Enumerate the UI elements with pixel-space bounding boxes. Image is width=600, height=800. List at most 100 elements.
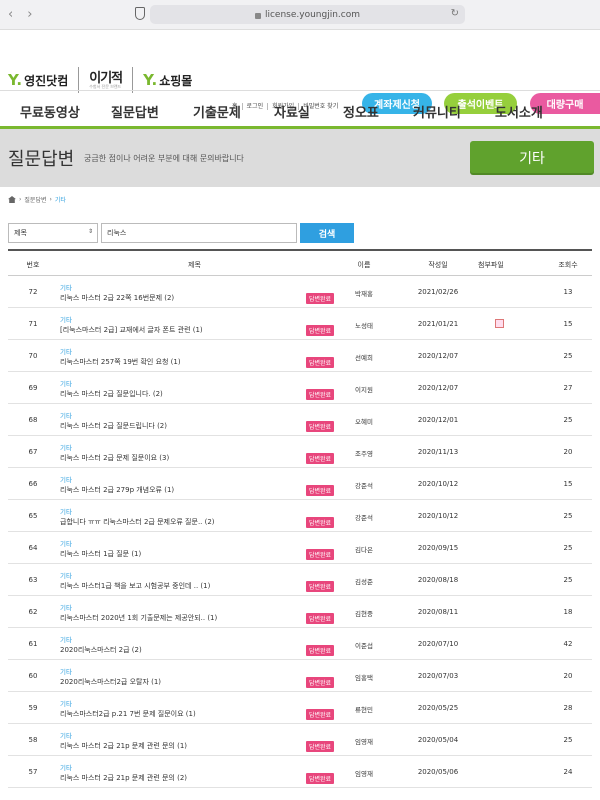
row-category[interactable]: 기타	[60, 474, 72, 484]
row-subject-link[interactable]: 2020리눅스마스터2급 오탈자 (1)	[60, 677, 161, 687]
row-author: 이준섭	[355, 642, 373, 650]
row-category[interactable]: 기타	[60, 602, 72, 612]
row-subject-link[interactable]: 리눅스 마스터 2급 22쪽 16번문제 (2)	[60, 293, 174, 303]
row-num: 62	[28, 608, 38, 616]
site-header: Y. 영진닷컴 이기적 수험서 전문 브랜드 Y. 쇼핑몰 홈 로그인 회원가입 비…	[0, 30, 600, 114]
answered-badge: 답변완료	[306, 389, 335, 400]
answered-badge: 답변완료	[306, 293, 335, 304]
forward-icon[interactable]: ›	[27, 7, 32, 22]
row-num: 72	[28, 288, 38, 296]
nav-errata[interactable]: 정오표	[343, 102, 379, 121]
row-category[interactable]: 기타	[60, 506, 72, 516]
row-views: 25	[563, 576, 573, 584]
table-row[interactable]: 58 기타 리눅스 마스터 2급 21p 문제 관련 문의 (1) 답변완료 임영재 20…	[8, 724, 592, 756]
table-row[interactable]: 68 기타 리눅스 마스터 2급 질문드립니다 (2) 답변완료 오혜미 2020/12/…	[8, 404, 592, 436]
row-subject-link[interactable]: 리눅스마스터2급 p.21 7번 문제 질문이요 (1)	[60, 709, 196, 719]
address-bar[interactable]: license.youngjin.com ↻	[150, 5, 465, 24]
search-input[interactable]: 리눅스	[101, 223, 297, 243]
table-row[interactable]: 57 기타 리눅스 마스터 2급 21p 문제 관련 문의 (2) 답변완료 임영재 20…	[8, 756, 592, 788]
table-row[interactable]: 69 기타 리눅스 마스터 2급 질문입니다. (2) 답변완료 이지원 2020/12/…	[8, 372, 592, 404]
back-icon[interactable]: ‹	[8, 7, 13, 22]
row-subject-link[interactable]: 리눅스 마스터 2급 문제 질문이요 (3)	[60, 453, 169, 463]
youngjin-logo-text: 영진닷컴	[24, 73, 69, 88]
col-views: 조회수	[558, 261, 578, 269]
row-author: 강준석	[355, 514, 373, 522]
shield-icon[interactable]	[135, 7, 145, 20]
row-date: 2020/12/07	[417, 384, 459, 392]
row-date: 2020/10/12	[417, 512, 459, 520]
row-category[interactable]: 기타	[60, 538, 72, 548]
table-header: 번호 제목 이름 작성일 첨부파일 조회수	[8, 249, 592, 276]
table-row[interactable]: 71 기타 [리눅스마스터 2급] 교재에서 글자 폰트 관련 (1) 답변완료 노성태…	[8, 308, 592, 340]
attachment-icon[interactable]	[495, 319, 504, 328]
row-category[interactable]: 기타	[60, 698, 72, 708]
row-subject-link[interactable]: [리눅스마스터 2급] 교재에서 글자 폰트 관련 (1)	[60, 325, 203, 335]
category-button[interactable]: 기타	[470, 141, 594, 175]
row-subject-link[interactable]: 리눅스 마스터 2급 질문드립니다 (2)	[60, 421, 167, 431]
row-category[interactable]: 기타	[60, 378, 72, 388]
ijc-logo-subtext: 수험서 전문 브랜드	[89, 83, 122, 89]
shop-logo[interactable]: Y. 쇼핑몰	[143, 71, 192, 89]
row-num: 57	[28, 768, 38, 776]
home-icon[interactable]	[8, 196, 16, 203]
title-banner: 질문답변 궁금한 점이나 어려운 부분에 대해 문의바랍니다 기타	[0, 129, 600, 187]
nav-free-video[interactable]: 무료동영상	[20, 102, 80, 121]
row-category[interactable]: 기타	[60, 346, 72, 356]
answered-badge: 답변완료	[306, 581, 335, 592]
table-row[interactable]: 62 기타 리눅스마스터 2020년 1회 기출문제는 제공안되.. (1) 답변완료…	[8, 596, 592, 628]
row-num: 70	[28, 352, 38, 360]
row-category[interactable]: 기타	[60, 442, 72, 452]
row-subject-link[interactable]: 급합니다 ㅠㅠ 리눅스마스터 2급 문제오류 질문.. (2)	[60, 517, 215, 527]
nav-past-exams[interactable]: 기출문제	[193, 102, 241, 121]
row-date: 2020/08/18	[417, 576, 459, 584]
row-author: 김성준	[355, 578, 373, 586]
row-views: 25	[563, 736, 573, 744]
row-category[interactable]: 기타	[60, 666, 72, 676]
row-author: 선예희	[355, 354, 373, 362]
lock-icon	[254, 12, 261, 19]
table-body: 72 기타 리눅스 마스터 2급 22쪽 16번문제 (2) 답변완료 박재홍 2021/…	[8, 276, 592, 788]
table-row[interactable]: 64 기타 리눅스 마스터 1급 질문 (1) 답변완료 김다은 2020/09/15 25	[8, 532, 592, 564]
table-row[interactable]: 70 기타 리눅스마스터 257쪽 19번 확인 요청 (1) 답변완료 선예희 2020…	[8, 340, 592, 372]
nav-community[interactable]: 커뮤니티	[413, 102, 461, 121]
youngjin-logo[interactable]: Y. 영진닷컴	[8, 71, 68, 89]
row-subject-link[interactable]: 2020리눅스마스터 2급 (2)	[60, 645, 142, 655]
row-subject-link[interactable]: 리눅스 마스터 2급 21p 문제 관련 문의 (1)	[60, 741, 187, 751]
search-button[interactable]: 검색	[300, 223, 354, 243]
row-subject-link[interactable]: 리눅스 마스터1급 책을 보고 시험공부 중인데 .. (1)	[60, 581, 210, 591]
row-category[interactable]: 기타	[60, 762, 72, 772]
ijc-logo[interactable]: 이기적 수험서 전문 브랜드	[89, 70, 123, 89]
qna-table: 번호 제목 이름 작성일 첨부파일 조회수 72 기타 리눅스 마스터 2급 22쪽…	[8, 249, 592, 788]
row-category[interactable]: 기타	[60, 634, 72, 644]
row-category[interactable]: 기타	[60, 730, 72, 740]
row-subject-link[interactable]: 리눅스 마스터 2급 21p 문제 관련 문의 (2)	[60, 773, 187, 783]
row-category[interactable]: 기타	[60, 314, 72, 324]
breadcrumb-qna[interactable]: 질문답변	[24, 195, 46, 204]
nav-books[interactable]: 도서소개	[495, 102, 543, 121]
breadcrumb-current[interactable]: 기타	[55, 195, 66, 204]
row-subject-link[interactable]: 리눅스마스터 257쪽 19번 확인 요청 (1)	[60, 357, 181, 367]
table-row[interactable]: 59 기타 리눅스마스터2급 p.21 7번 문제 질문이요 (1) 답변완료 류현민 2…	[8, 692, 592, 724]
table-row[interactable]: 66 기타 리눅스 마스터 2급 279p 개념오류 (1) 답변완료 강준석 2020/…	[8, 468, 592, 500]
table-row[interactable]: 72 기타 리눅스 마스터 2급 22쪽 16번문제 (2) 답변완료 박재홍 2021/…	[8, 276, 592, 308]
search-field-select[interactable]: 제목 ⇕	[8, 223, 98, 243]
row-subject-link[interactable]: 리눅스마스터 2020년 1회 기출문제는 제공안되.. (1)	[60, 613, 217, 623]
row-author: 조주영	[355, 450, 373, 458]
row-subject-link[interactable]: 리눅스 마스터 1급 질문 (1)	[60, 549, 141, 559]
row-category[interactable]: 기타	[60, 282, 72, 292]
row-category[interactable]: 기타	[60, 570, 72, 580]
table-row[interactable]: 61 기타 2020리눅스마스터 2급 (2) 답변완료 이준섭 2020/07/10 42	[8, 628, 592, 660]
page-description: 궁금한 점이나 어려운 부분에 대해 문의바랍니다	[84, 154, 244, 163]
reload-icon[interactable]: ↻	[451, 8, 459, 19]
row-subject-link[interactable]: 리눅스 마스터 2급 질문입니다. (2)	[60, 389, 163, 399]
table-row[interactable]: 67 기타 리눅스 마스터 2급 문제 질문이요 (3) 답변완료 조주영 2020/11…	[8, 436, 592, 468]
table-row[interactable]: 63 기타 리눅스 마스터1급 책을 보고 시험공부 중인데 .. (1) 답변완료 김…	[8, 564, 592, 596]
row-views: 18	[563, 608, 573, 616]
row-subject-link[interactable]: 리눅스 마스터 2급 279p 개념오류 (1)	[60, 485, 174, 495]
ijc-logo-text: 이기적	[89, 70, 123, 86]
nav-qna[interactable]: 질문답변	[111, 102, 159, 121]
nav-resources[interactable]: 자료실	[274, 102, 310, 121]
table-row[interactable]: 65 기타 급합니다 ㅠㅠ 리눅스마스터 2급 문제오류 질문.. (2) 답변완료 강…	[8, 500, 592, 532]
row-category[interactable]: 기타	[60, 410, 72, 420]
table-row[interactable]: 60 기타 2020리눅스마스터2급 오탈자 (1) 답변완료 임홍택 2020/07/0…	[8, 660, 592, 692]
